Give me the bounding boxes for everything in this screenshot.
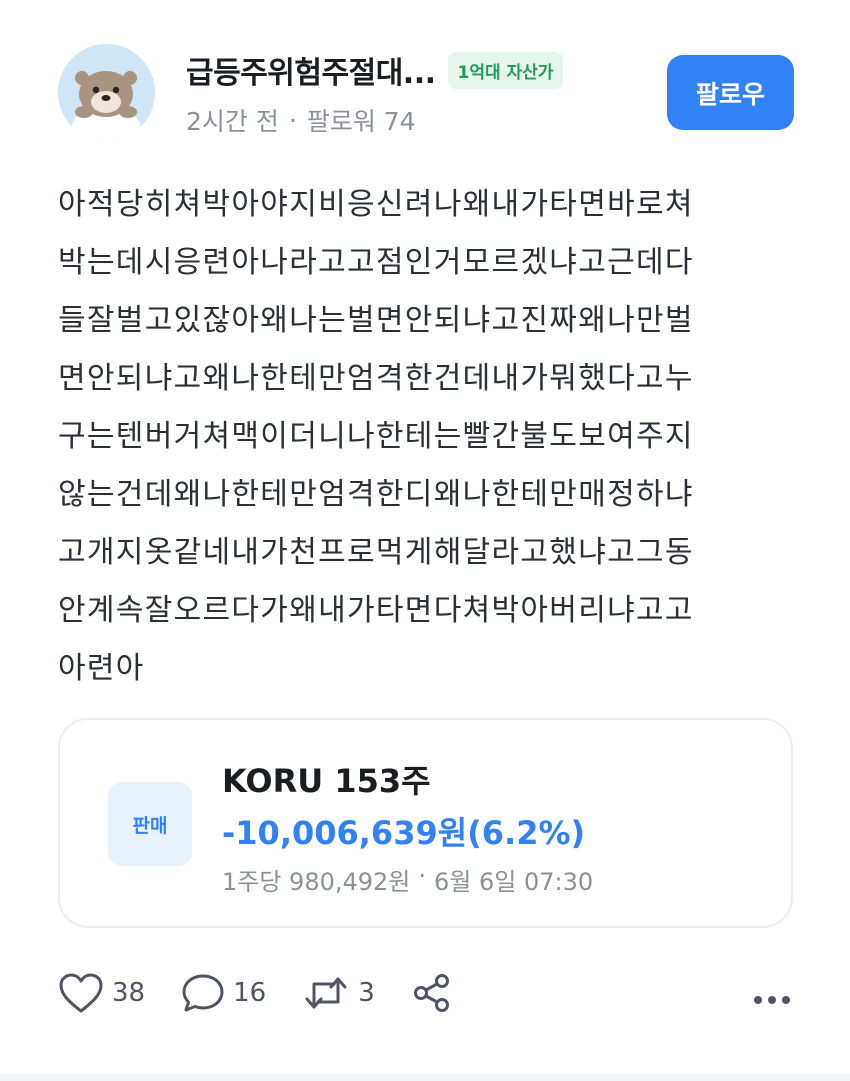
trade-card[interactable]: 판매 KORU 153주 -10,006,639원(6.2%) 1주당 980,… <box>58 718 793 928</box>
post-line: 아적당히쳐박아야지비응신려나왜내가타면바로쳐 <box>58 187 694 222</box>
comment-icon <box>182 974 224 1012</box>
author-row: 급등주위험주절대... 1억대 자산가 <box>186 48 564 92</box>
post-line: 박는데시응련아나라고고점인거모르겠냐고근데다 <box>58 245 694 280</box>
post-line: 아련아 <box>58 651 145 686</box>
avatar[interactable] <box>58 44 155 141</box>
repost-button[interactable]: 3 <box>302 972 375 1014</box>
otter-avatar-icon <box>58 44 155 141</box>
post-line: 면안되냐고왜나한테만엄격한건데내가뭐했다고누 <box>58 361 694 396</box>
post-line: 들잘벌고있잖아왜나는벌면안되냐고진짜왜나만벌 <box>58 303 694 338</box>
post-line: 안계속잘오르다가왜내가타면다쳐박아버리냐고고 <box>58 593 694 628</box>
follow-button[interactable]: 팔로우 <box>667 55 794 130</box>
follower-count: 팔로워 74 <box>306 107 416 136</box>
heart-icon <box>59 973 103 1013</box>
post-line: 않는건데왜나한테만엄격한디왜나한테만매정하냐 <box>58 477 694 512</box>
more-options-button[interactable] <box>750 980 794 1020</box>
trade-separator: · <box>418 862 427 890</box>
meta-separator: · <box>288 105 297 135</box>
repost-count: 3 <box>358 978 375 1008</box>
action-bar: 38 16 3 <box>58 972 489 1014</box>
comment-count: 16 <box>233 978 267 1008</box>
share-icon <box>413 974 449 1012</box>
more-icon <box>754 996 790 1004</box>
post-line: 고개지옷같네내가천프로먹게해달라고했냐고그동 <box>58 535 694 570</box>
comment-button[interactable]: 16 <box>181 972 266 1014</box>
post-time: 2시간 전 <box>186 107 279 136</box>
asset-badge: 1억대 자산가 <box>447 51 564 89</box>
like-button[interactable]: 38 <box>58 972 145 1014</box>
post-page: 급등주위험주절대... 1억대 자산가 2시간 전 · 팔로워 74 팔로우 아… <box>0 0 850 1081</box>
like-count: 38 <box>112 978 146 1008</box>
post-body: 아적당히쳐박아야지비응신려나왜내가타면바로쳐 박는데시응련아나라고고점인거모르겠… <box>58 176 798 698</box>
trade-amount: -10,006,639원(6.2%) <box>222 814 586 852</box>
sell-type-badge: 판매 <box>108 782 192 866</box>
post-line: 구는텐버거쳐맥이더니나한테는빨간불도보여주지 <box>58 419 694 454</box>
author-name[interactable]: 급등주위험주절대... <box>186 48 436 92</box>
trade-title: KORU 153주 <box>222 762 431 800</box>
trade-details: 1주당 980,492원 · 6월 6일 07:30 <box>222 862 593 897</box>
share-button[interactable] <box>411 972 453 1014</box>
price-per-share: 1주당 980,492원 <box>222 868 411 896</box>
trade-datetime: 6월 6일 07:30 <box>434 868 594 896</box>
repost-icon <box>305 977 347 1009</box>
section-divider <box>0 1074 850 1081</box>
post-meta: 2시간 전 · 팔로워 74 <box>186 102 416 138</box>
